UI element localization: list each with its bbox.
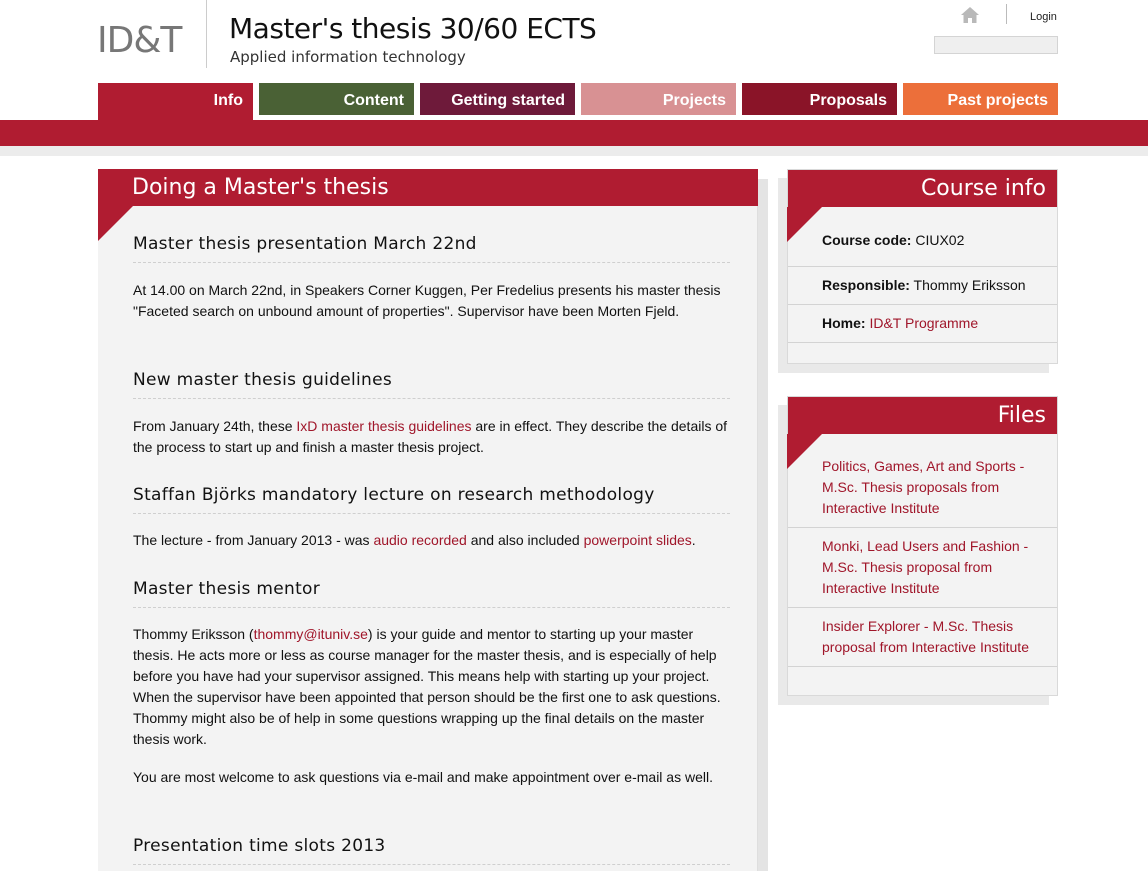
home-label: Home:: [822, 315, 866, 331]
files-box: Files Politics, Games, Art and Sports - …: [787, 396, 1058, 696]
main-content: Doing a Master's thesis Master thesis pr…: [98, 169, 758, 871]
responsible-label: Responsible:: [822, 277, 910, 293]
guidelines-link[interactable]: IxD master thesis guidelines: [296, 418, 471, 434]
tab-proposals[interactable]: Proposals: [742, 83, 897, 115]
course-code-row: Course code: CIUX02: [788, 207, 1057, 267]
file-item[interactable]: Politics, Games, Art and Sports - M.Sc. …: [788, 434, 1057, 528]
section-heading: Master thesis presentation March 22nd: [133, 234, 477, 254]
login-link[interactable]: Login: [1030, 11, 1057, 23]
nav-band-shadow: [0, 146, 1148, 156]
file-link[interactable]: Monki, Lead Users and Fashion - M.Sc. Th…: [822, 538, 1028, 596]
section-text: Thommy Eriksson (thommy@ituniv.se) is yo…: [133, 624, 733, 750]
section-heading: Presentation time slots 2013: [133, 836, 386, 856]
powerpoint-slides-link[interactable]: powerpoint slides: [584, 532, 692, 548]
text: ) is your guide and mentor to starting u…: [133, 626, 721, 747]
files-title: Files: [997, 403, 1046, 428]
home-icon[interactable]: [960, 6, 980, 24]
section-text: The lecture - from January 2013 - was au…: [133, 530, 733, 551]
course-info-header: Course info: [788, 170, 1057, 207]
file-link[interactable]: Insider Explorer - M.Sc. Thesis proposal…: [822, 618, 1029, 655]
site-logo[interactable]: ID&T: [97, 20, 182, 61]
file-link[interactable]: Politics, Games, Art and Sports - M.Sc. …: [822, 458, 1024, 516]
content-header: Doing a Master's thesis: [98, 169, 758, 206]
text: and also included: [466, 532, 584, 548]
section-text: You are most welcome to ask questions vi…: [133, 769, 713, 785]
header-divider: [1006, 4, 1007, 24]
tab-content[interactable]: Content: [259, 83, 414, 115]
course-info-title: Course info: [920, 176, 1046, 201]
files-header: Files: [788, 397, 1057, 434]
tab-projects[interactable]: Projects: [581, 83, 736, 115]
section-text: From January 24th, these IxD master thes…: [133, 416, 733, 458]
text: .: [691, 532, 696, 548]
search-input[interactable]: [934, 36, 1058, 54]
tab-info[interactable]: Info: [98, 83, 253, 120]
content-title: Doing a Master's thesis: [132, 175, 389, 200]
tab-getting-started[interactable]: Getting started: [420, 83, 575, 115]
section-heading: New master thesis guidelines: [133, 370, 393, 390]
programme-link[interactable]: ID&T Programme: [869, 315, 978, 331]
course-code-label: Course code:: [822, 232, 912, 248]
divider: [133, 262, 730, 263]
text: From January 24th, these: [133, 418, 297, 434]
audio-recorded-link[interactable]: audio recorded: [373, 532, 466, 548]
responsible-value: Thommy Eriksson: [913, 277, 1026, 293]
page-title: Master's thesis 30/60 ECTS: [229, 12, 597, 45]
text: The lecture - from January 2013 - was: [133, 532, 374, 548]
responsible-row: Responsible: Thommy Eriksson: [788, 267, 1057, 305]
tab-past-projects[interactable]: Past projects: [903, 83, 1058, 115]
home-row: Home: ID&T Programme: [788, 305, 1057, 343]
email-link[interactable]: thommy@ituniv.se: [254, 626, 368, 642]
divider: [133, 864, 730, 865]
section-heading: Master thesis mentor: [133, 579, 321, 599]
file-item[interactable]: Monki, Lead Users and Fashion - M.Sc. Th…: [788, 528, 1057, 608]
nav-band: [0, 120, 1148, 146]
section-heading: Staffan Björks mandatory lecture on rese…: [133, 485, 655, 505]
logo-divider: [206, 0, 207, 68]
course-code-value: CIUX02: [915, 232, 965, 248]
divider: [133, 513, 730, 514]
header-fold: [98, 206, 133, 241]
divider: [133, 607, 730, 608]
section-text: At 14.00 on March 22nd, in Speakers Corn…: [133, 282, 721, 319]
page-subtitle: Applied information technology: [230, 48, 466, 66]
course-info-box: Course info Course code: CIUX02 Responsi…: [787, 169, 1058, 364]
divider: [133, 398, 730, 399]
text: Thommy Eriksson (: [133, 626, 254, 642]
file-item[interactable]: Insider Explorer - M.Sc. Thesis proposal…: [788, 608, 1057, 667]
